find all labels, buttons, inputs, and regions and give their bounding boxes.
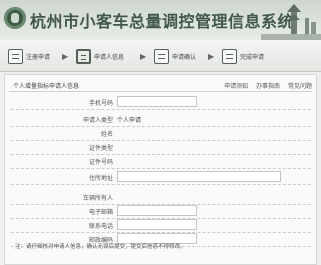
form-notice: 注：请仔细核对申请人信息，确认无误后提交，提交后信息不得修改。 — [15, 244, 186, 250]
edit-form-icon — [76, 48, 91, 64]
link-guide[interactable]: 办事指南 — [256, 83, 280, 90]
step-arrow-icon: ▶ — [140, 52, 147, 61]
form-row-mobile: 手机号码 — [11, 95, 311, 110]
city-emblem-icon — [4, 7, 26, 29]
step-register[interactable]: 注册申请 — [8, 47, 50, 65]
applicant-form-panel: 个人增量指标申请人信息 申请须知 办事指南 常见问题 手机号码 申请人类型 个人… — [4, 74, 317, 265]
section-title: 个人增量指标申请人信息 — [13, 83, 80, 90]
form-row-name: 姓名 — [11, 126, 311, 141]
app-header: 杭州市小客车总量调控管理信息系统 — [0, 0, 321, 40]
step-confirm[interactable]: 申请确认 — [154, 47, 196, 65]
help-links: 申请须知 办事指南 常见问题 — [218, 81, 312, 90]
form-row-email: 电子邮箱 — [11, 204, 311, 219]
step-arrow-icon: ▶ — [208, 52, 215, 61]
pen-sign-icon — [222, 48, 237, 64]
form-row-vehicle-owner: 车辆所有人 — [11, 190, 311, 205]
step-navigation: 注册申请 ▶ 申请人信息 ▶ 申请确认 ▶ 完成申请 — [0, 40, 321, 72]
form-row-applicant-type: 申请人类型 个人申请 — [11, 112, 311, 127]
address-input[interactable] — [117, 171, 281, 182]
form-row-phone: 联系电话 — [11, 218, 311, 233]
link-faq[interactable]: 常见问题 — [288, 83, 312, 90]
step-applicant-info[interactable]: 申请人信息 — [76, 47, 124, 65]
applicant-type-value: 个人申请 — [117, 117, 142, 124]
pagoda-skyline-icon — [261, 4, 321, 40]
step-complete[interactable]: 完成申请 — [222, 47, 264, 65]
document-icon — [8, 48, 23, 64]
divider — [9, 91, 312, 92]
link-application-notice[interactable]: 申请须知 — [224, 83, 248, 90]
email-input[interactable] — [117, 205, 197, 216]
app-title: 杭州市小客车总量调控管理信息系统 — [30, 12, 295, 31]
checklist-icon — [154, 48, 169, 64]
mobile-input[interactable] — [117, 96, 197, 107]
phone-input[interactable] — [117, 219, 197, 230]
form-row-id-type: 证件类型 — [11, 140, 311, 155]
step-arrow-icon: ▶ — [62, 52, 69, 61]
form-row-id-number: 证件号码 — [11, 154, 311, 169]
form-row-address: 住所地址 — [11, 170, 311, 185]
